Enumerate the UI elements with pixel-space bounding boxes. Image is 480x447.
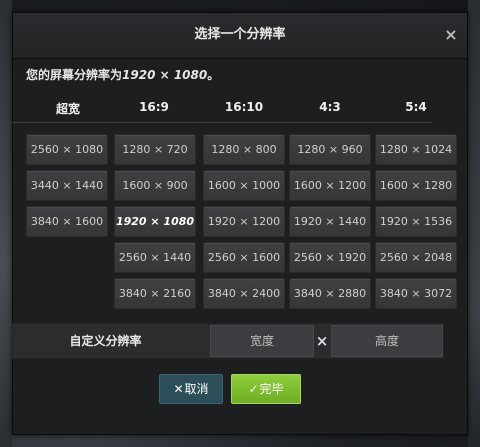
- close-icon: ✕: [173, 382, 184, 396]
- resolution-option[interactable]: 1920 × 1200: [203, 206, 285, 237]
- resolution-option[interactable]: 2560 × 1080: [26, 134, 108, 165]
- column-header-5-4: 5:4: [405, 100, 427, 114]
- resolution-option[interactable]: 3840 × 2400: [203, 278, 285, 309]
- resolution-option[interactable]: 1600 × 1200: [289, 170, 371, 201]
- cancel-button-label: 取消: [184, 382, 209, 396]
- column-header-16-9: 16:9: [139, 100, 169, 114]
- resolution-option[interactable]: 2560 × 1920: [289, 242, 371, 273]
- resolution-option[interactable]: 1600 × 1280: [375, 170, 457, 201]
- resolution-option[interactable]: 2560 × 1600: [203, 242, 285, 273]
- resolution-option[interactable]: 3440 × 1440: [26, 170, 108, 201]
- background-scene-left: [0, 0, 12, 447]
- background-scene-right: [468, 0, 480, 447]
- aspect-ratio-headers: 超宽 16:9 16:10 4:3 5:4: [12, 100, 444, 120]
- resolution-option[interactable]: 2560 × 2048: [375, 242, 457, 273]
- column-header-ultrawide: 超宽: [55, 102, 80, 116]
- dialog-titlebar: 选择一个分辨率 ×: [13, 13, 467, 59]
- resolution-option[interactable]: 1280 × 960: [289, 134, 371, 165]
- resolution-option[interactable]: 3840 × 1600: [26, 206, 108, 237]
- custom-resolution-label: 自定义分辨率: [69, 334, 142, 348]
- dialog-title: 选择一个分辨率: [194, 27, 286, 42]
- resolution-option[interactable]: 3840 × 2880: [289, 278, 371, 309]
- resolution-option[interactable]: 3840 × 3072: [375, 278, 457, 309]
- done-button[interactable]: ✓完毕: [231, 374, 301, 404]
- header-divider: [12, 122, 432, 123]
- column-header-16-10: 16:10: [224, 100, 264, 114]
- times-icon: ×: [315, 332, 329, 350]
- custom-resolution-row: 自定义分辨率 宽度 × 高度: [12, 323, 444, 359]
- done-button-label: 完毕: [259, 382, 284, 396]
- checkmark-icon: ✓: [248, 382, 259, 396]
- resolution-option[interactable]: 1280 × 720: [114, 134, 196, 165]
- resolution-option[interactable]: 3840 × 2160: [114, 278, 196, 309]
- resolution-option[interactable]: 1920 × 1536: [375, 206, 457, 237]
- resolution-option-selected[interactable]: 1920 × 1080: [114, 206, 196, 237]
- resolution-option[interactable]: 1600 × 1000: [203, 170, 285, 201]
- current-resolution-value: 1920 × 1080: [122, 68, 208, 82]
- current-resolution-text: 您的屏幕分辨率为1920 × 1080。: [26, 66, 219, 83]
- close-icon[interactable]: ×: [441, 25, 461, 45]
- resolution-option[interactable]: 1280 × 800: [203, 134, 285, 165]
- current-resolution-prefix: 您的屏幕分辨率为: [26, 68, 123, 82]
- column-header-4-3: 4:3: [319, 100, 341, 114]
- current-resolution-suffix: 。: [207, 68, 220, 82]
- width-input[interactable]: 宽度: [210, 325, 314, 357]
- resolution-option[interactable]: 1920 × 1440: [289, 206, 371, 237]
- resolution-option[interactable]: 2560 × 1440: [114, 242, 196, 273]
- height-input[interactable]: 高度: [331, 325, 443, 357]
- resolution-option[interactable]: 1280 × 1024: [375, 134, 457, 165]
- cancel-button[interactable]: ✕取消: [159, 374, 223, 404]
- resolution-option[interactable]: 1600 × 900: [114, 170, 196, 201]
